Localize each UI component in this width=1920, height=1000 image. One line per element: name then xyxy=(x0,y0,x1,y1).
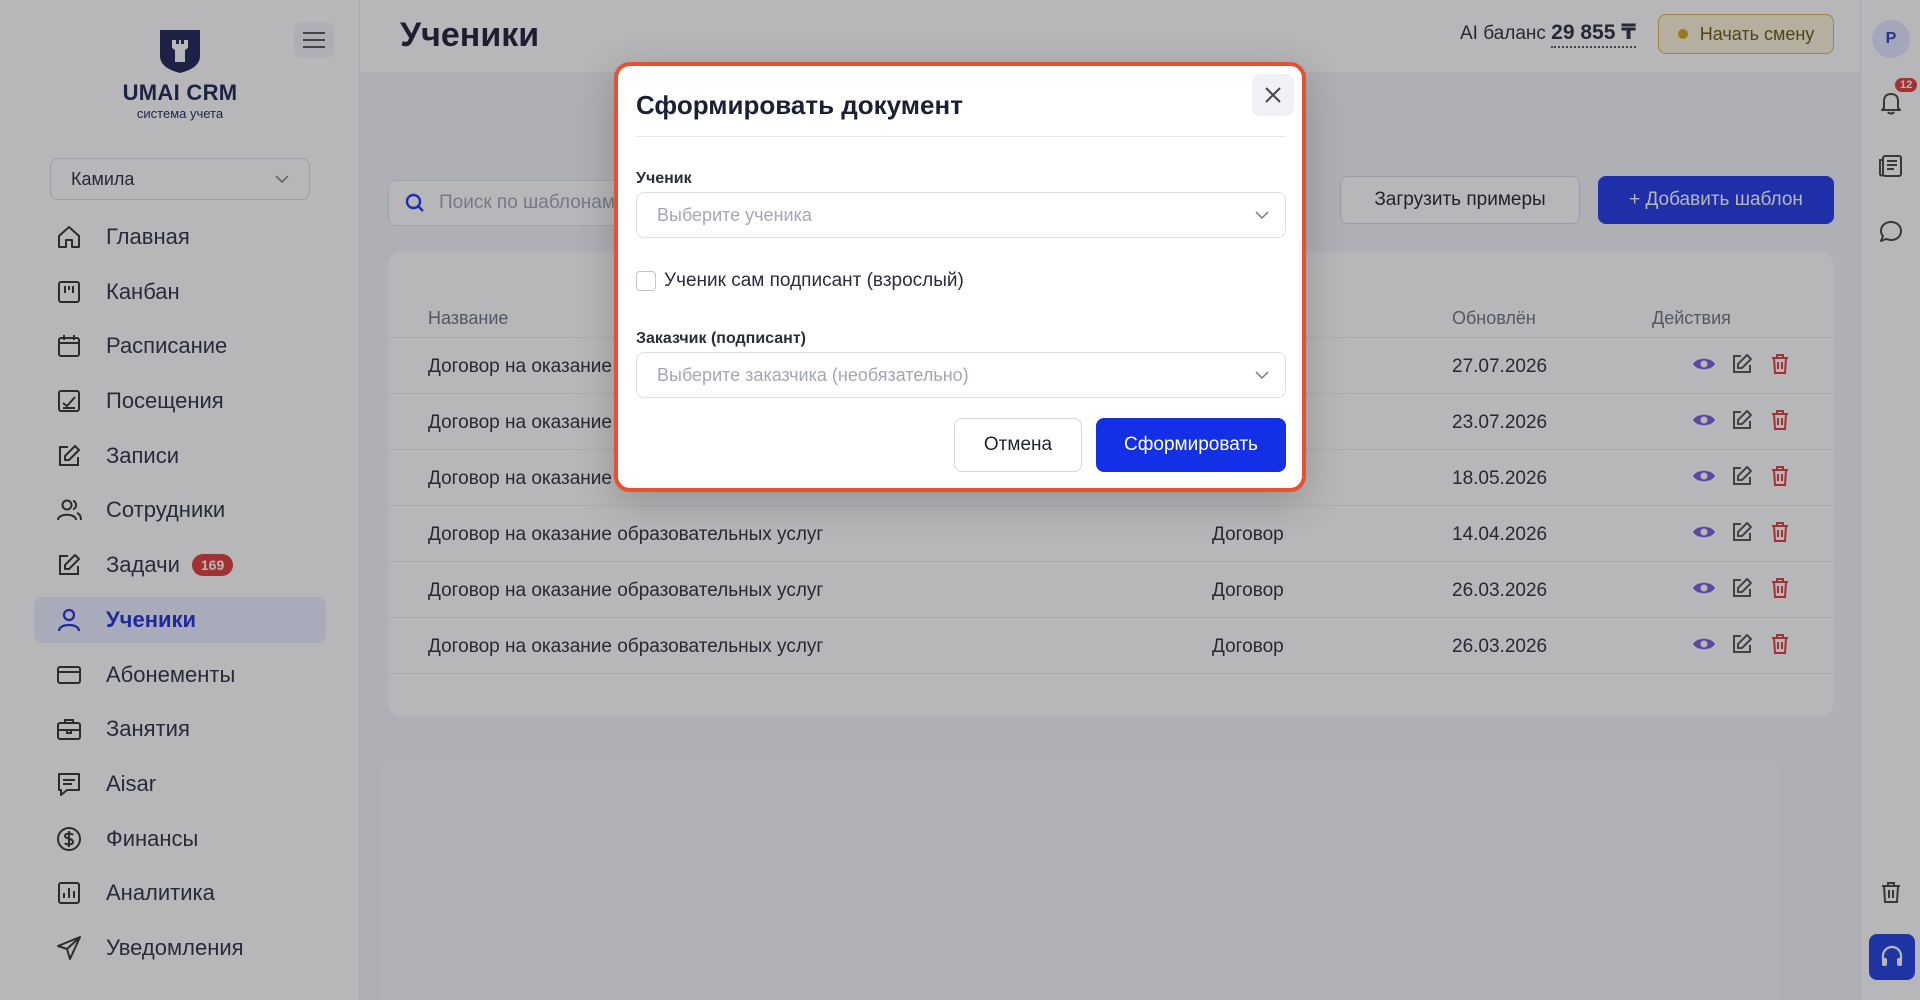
modal-title: Сформировать документ xyxy=(636,90,963,120)
close-icon xyxy=(1265,87,1281,103)
student-label: Ученик xyxy=(636,170,692,187)
cancel-button[interactable]: Отмена xyxy=(954,418,1082,472)
generate-button[interactable]: Сформировать xyxy=(1096,418,1286,472)
close-button[interactable] xyxy=(1252,74,1294,116)
customer-select-placeholder: Выберите заказчика (необязательно) xyxy=(657,364,969,385)
chevron-down-icon xyxy=(1255,211,1269,220)
student-select[interactable]: Выберите ученика xyxy=(636,192,1286,238)
student-select-placeholder: Выберите ученика xyxy=(657,204,812,225)
chevron-down-icon xyxy=(1255,371,1269,380)
customer-select[interactable]: Выберите заказчика (необязательно) xyxy=(636,352,1286,398)
modal-divider xyxy=(636,136,1286,137)
generate-document-modal: Сформировать документ Ученик Выберите уч… xyxy=(614,62,1306,492)
self-signer-label: Ученик сам подписант (взрослый) xyxy=(664,270,964,291)
self-signer-row[interactable]: Ученик сам подписант (взрослый) xyxy=(636,270,964,292)
customer-label: Заказчик (подписант) xyxy=(636,330,806,347)
self-signer-checkbox[interactable] xyxy=(636,271,656,291)
